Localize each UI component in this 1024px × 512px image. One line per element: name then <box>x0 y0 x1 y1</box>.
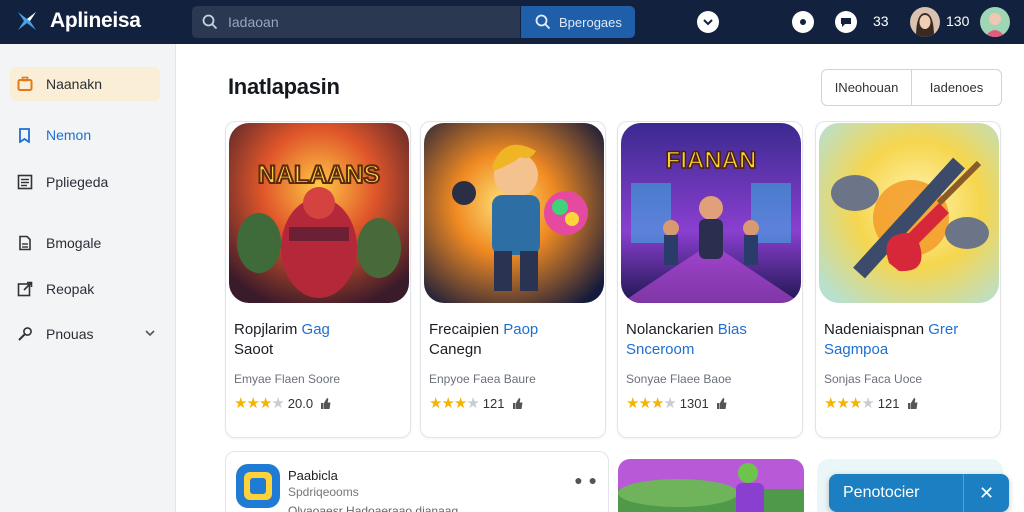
promo-banner[interactable] <box>618 459 804 512</box>
chevron-down-icon[interactable] <box>144 326 156 342</box>
notification-toast[interactable]: Penotocier ✕ <box>829 474 1009 512</box>
app-name: Aplineisa <box>50 9 141 32</box>
sidebar-item-label: Bmogale <box>46 235 102 251</box>
notifications-icon[interactable] <box>697 11 719 33</box>
search-button[interactable]: Bperogaes <box>521 6 635 38</box>
app-rating: ★★★★ 121 <box>824 394 919 412</box>
search-box[interactable] <box>192 6 520 38</box>
featured-app-description: Olvaoaesr Hadoaeraao dianaag <box>288 504 459 512</box>
art-title: FIANAN <box>666 147 757 174</box>
app-rating: ★★★★ 1301 <box>626 394 728 412</box>
app-artwork <box>819 123 999 303</box>
help-icon[interactable] <box>792 11 814 33</box>
art-title: NALAANS <box>258 161 380 189</box>
sidebar-item-label: Nemon <box>46 127 92 143</box>
search-input[interactable] <box>228 14 498 30</box>
app-developer: Emyae Flaen Soore <box>234 372 341 386</box>
sidebar-item-home[interactable]: Naanakn <box>10 67 160 101</box>
app-title: Nadeniaispnan Grer Sagmpoa <box>824 321 959 358</box>
app-developer: Sonyae Flaee Baoe <box>626 372 732 386</box>
export-icon <box>16 280 34 298</box>
thumbs-up-icon <box>716 397 727 409</box>
more-options-icon[interactable]: ● ● <box>574 472 598 488</box>
rating-stars: ★★★★ <box>626 395 677 412</box>
featured-app-title: Paabicla <box>288 468 338 483</box>
app-title: Frecaipien Paop Canegn <box>429 321 539 358</box>
toast-label: Penotocier <box>843 484 920 501</box>
sidebar-item-label: Ppliegeda <box>46 174 109 190</box>
chat-icon[interactable] <box>835 11 857 33</box>
bookmark-icon <box>16 126 34 144</box>
sidebar-item-documents[interactable]: Bmogale <box>10 226 160 260</box>
top-bar: Aplineisa Bperogaes 33 130 <box>0 0 1024 44</box>
sidebar: Naanakn Nemon Ppliegeda Bmogale Reopak P… <box>0 44 176 512</box>
app-card[interactable]: Frecaipien Paop Canegn Enpyoe Faea Baure… <box>420 121 606 438</box>
briefcase-icon <box>16 75 34 93</box>
filter-option-2[interactable]: Iadenoes <box>912 70 1001 105</box>
account-avatar[interactable] <box>980 7 1010 37</box>
app-title: Ropjlarim Gag Saoot <box>234 321 330 358</box>
close-icon[interactable]: ✕ <box>963 474 1009 512</box>
sidebar-item-label: Reopak <box>46 281 95 297</box>
sidebar-item-tools[interactable]: Pnouas <box>10 317 160 351</box>
search-button-label: Bperogaes <box>559 14 622 30</box>
app-card[interactable]: FIANAN Nolanckarien Bias Snceroom Sonyae… <box>617 121 803 438</box>
featured-app-icon <box>236 464 280 508</box>
page-title: Inatlapasin <box>228 74 340 99</box>
sidebar-item-label: Naanakn <box>46 76 103 92</box>
app-card[interactable]: Nadeniaispnan Grer Sagmpoa Sonjas Faca U… <box>815 121 1001 438</box>
featured-app-row[interactable]: Paabicla Spdriqeooms Olvaoaesr Hadoaeraa… <box>225 451 609 512</box>
thumbs-up-icon <box>512 397 522 409</box>
app-artwork: FIANAN <box>621 123 801 303</box>
main-content: Inatlapasin INeohouan Iadenoes NALAANS R… <box>176 44 1024 512</box>
app-developer: Enpyoe Faea Baure <box>429 372 536 386</box>
logo-icon <box>18 12 36 30</box>
app-developer: Sonjas Faca Uoce <box>824 372 923 386</box>
sidebar-item-reports[interactable]: Reopak <box>10 272 160 306</box>
app-card[interactable]: NALAANS Ropjlarim Gag Saoot Emyae Flaen … <box>225 121 411 438</box>
rating-stars: ★★★★ <box>234 395 285 412</box>
search-icon <box>535 14 551 30</box>
app-rating: ★★★★ 121 <box>429 394 524 412</box>
sidebar-item-library[interactable]: Ppliegeda <box>10 165 160 199</box>
sidebar-item-saved[interactable]: Nemon <box>10 118 160 152</box>
filter-option-1[interactable]: INeohouan <box>822 70 912 105</box>
sidebar-item-label: Pnouas <box>46 326 94 342</box>
app-artwork: NALAANS <box>229 123 409 303</box>
app-logo[interactable]: Aplineisa <box>14 8 141 34</box>
thumbs-up-icon <box>321 397 331 409</box>
filter-toggle: INeohouan Iadenoes <box>821 69 1002 106</box>
featured-app-subtitle: Spdriqeooms <box>288 485 359 499</box>
app-title: Nolanckarien Bias Snceroom <box>626 321 747 358</box>
rating-stars: ★★★★ <box>429 395 480 412</box>
user-avatar[interactable] <box>910 7 940 37</box>
tools-icon <box>16 325 34 343</box>
document-icon <box>16 234 34 252</box>
messages-count: 33 <box>873 13 889 29</box>
thumbs-up-icon <box>907 397 917 409</box>
app-artwork <box>424 123 604 303</box>
rating-stars: ★★★★ <box>824 395 875 412</box>
search-icon <box>202 14 218 30</box>
points-count: 130 <box>946 13 970 29</box>
list-icon <box>16 173 34 191</box>
app-rating: ★★★★ 20.0 <box>234 394 332 412</box>
